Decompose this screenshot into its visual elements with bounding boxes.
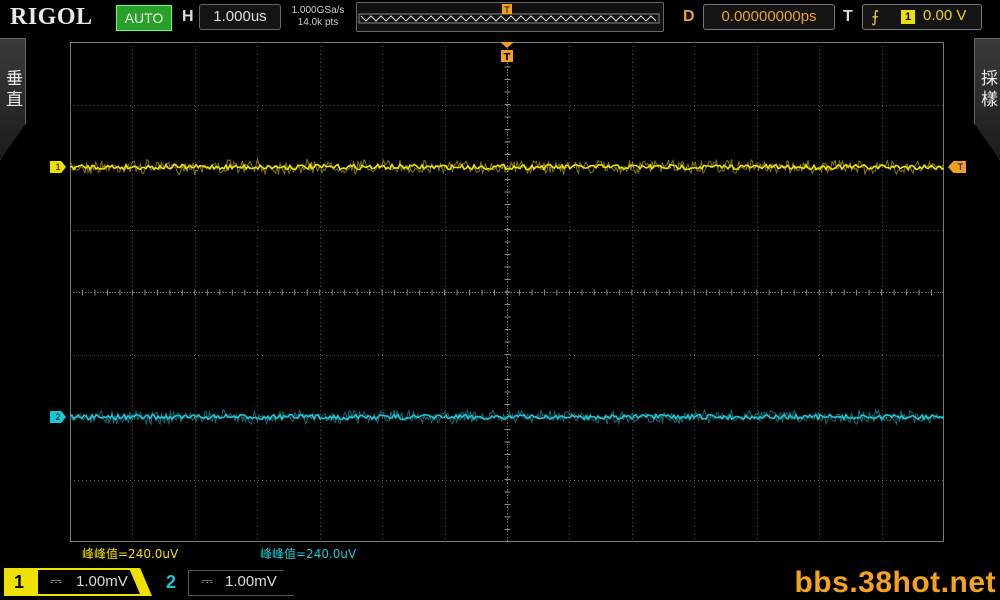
vertical-menu-tab[interactable]: 垂直 xyxy=(0,38,26,160)
ch2-peak-to-peak-measurement: 峰峰值=240.0uV xyxy=(260,547,357,561)
timebase-readout[interactable]: 1.000us xyxy=(199,4,281,30)
trigger-level-marker[interactable]: T xyxy=(948,161,966,173)
svg-text:T: T xyxy=(504,52,511,63)
channel-1-tab[interactable]: 1 ⎓ 1.00mV xyxy=(4,568,152,596)
channel-2-number: 2 xyxy=(166,572,177,592)
channel-2-tab[interactable]: 2 ⎓ 1.00mV xyxy=(160,568,300,596)
graticule xyxy=(70,42,944,542)
brand-logo: RIGOL xyxy=(10,4,93,30)
acquisition-info: 1.000GSa/s 14.0k pts xyxy=(286,5,350,29)
svg-text:T: T xyxy=(503,6,510,16)
trigger-level: 0.00 V xyxy=(923,7,967,24)
channel-2-scale: 1.00mV xyxy=(225,573,277,590)
memory-overview-bar[interactable]: T xyxy=(356,2,664,32)
waveform-grid[interactable] xyxy=(70,42,944,542)
bottom-channel-bar: 1 ⎓ 1.00mV 2 ⎓ 1.00mV bbs.38hot.net xyxy=(0,565,1000,600)
channel-2-offset-marker[interactable]: 2 xyxy=(50,411,66,423)
memory-depth: 14.0k pts xyxy=(297,17,339,28)
channel-1-scale: 1.00mV xyxy=(76,573,128,590)
channel-1-offset-marker[interactable]: 1 xyxy=(50,161,66,173)
trigger-settings[interactable]: ⨍ 1 0.00 V xyxy=(862,4,982,30)
top-status-bar: RIGOL AUTO H 1.000us 1.000GSa/s 14.0k pt… xyxy=(0,0,1000,35)
trigger-source-badge: 1 xyxy=(901,10,915,24)
run-mode-badge[interactable]: AUTO xyxy=(116,5,172,31)
channel-1-number: 1 xyxy=(14,572,25,592)
sample-rate: 1.000GSa/s xyxy=(291,5,345,16)
watermark-text: bbs.38hot.net xyxy=(794,566,996,599)
channel-1-settings: ⎓ 1.00mV xyxy=(38,570,140,594)
ch1-peak-to-peak-measurement: 峰峰值=240.0uV xyxy=(82,547,179,561)
horizontal-label: H xyxy=(182,8,194,25)
channel-2-settings: ⎓ 1.00mV xyxy=(188,570,294,596)
oscilloscope-screen: RIGOL AUTO H 1.000us 1.000GSa/s 14.0k pt… xyxy=(0,0,1000,600)
acquire-menu-tab[interactable]: 採樣 xyxy=(974,38,1000,160)
dc-coupling-icon: ⎓ xyxy=(50,573,62,590)
memory-waveform-overview: T xyxy=(358,4,660,24)
delay-label: D xyxy=(683,8,695,25)
trigger-label: T xyxy=(843,8,853,25)
delay-readout[interactable]: 0.00000000ps xyxy=(703,4,835,30)
trigger-position-marker[interactable]: T xyxy=(500,42,514,68)
dc-coupling-icon: ⎓ xyxy=(201,573,213,590)
rising-edge-icon: ⨍ xyxy=(871,9,880,26)
